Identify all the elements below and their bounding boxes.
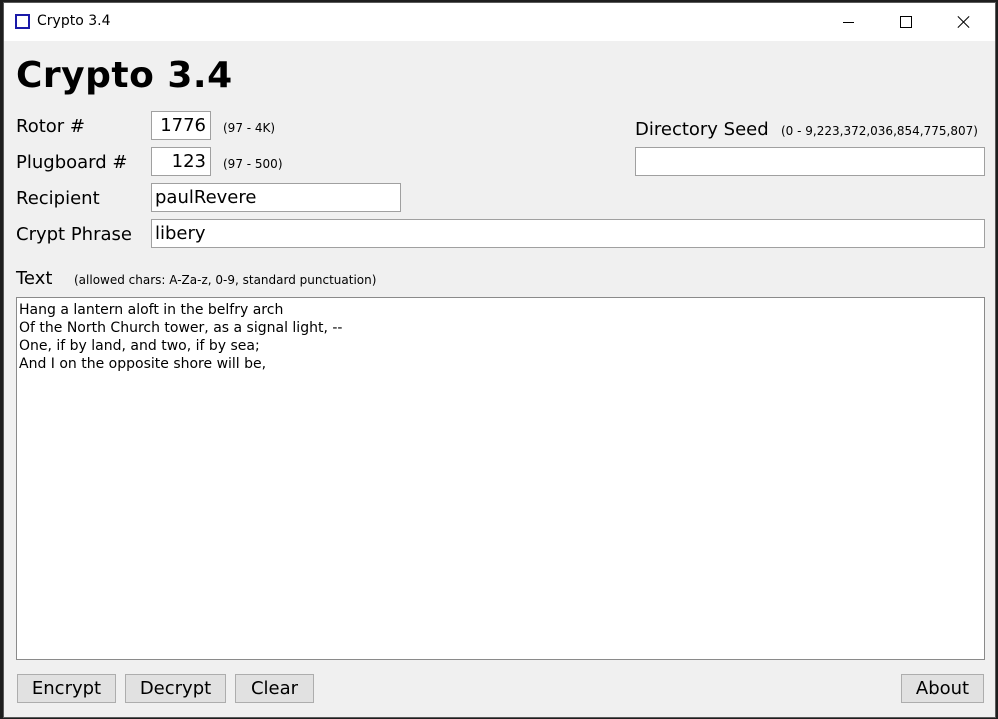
plugboard-label: Plugboard # bbox=[16, 152, 128, 173]
text-line: Hang a lantern aloft in the belfry arch bbox=[19, 302, 284, 318]
text-line: And I on the opposite shore will be, bbox=[19, 356, 267, 372]
directory-seed-range-hint: (0 - 9,223,372,036,854,775,807) bbox=[781, 124, 978, 138]
about-button[interactable]: About bbox=[901, 674, 984, 703]
recipient-input[interactable]: paulRevere bbox=[151, 183, 401, 212]
message-textarea[interactable]: Hang a lantern aloft in the belfry arch … bbox=[16, 297, 985, 660]
plugboard-input[interactable]: 123 bbox=[151, 147, 211, 176]
text-line: One, if by land, and two, if by sea; bbox=[19, 338, 260, 354]
rotor-range-hint: (97 - 4K) bbox=[223, 121, 276, 135]
minimize-icon bbox=[842, 21, 854, 23]
maximize-button[interactable] bbox=[877, 3, 935, 41]
app-square-icon bbox=[15, 14, 30, 29]
close-button[interactable] bbox=[935, 3, 993, 41]
encrypt-button[interactable]: Encrypt bbox=[17, 674, 116, 703]
crypt-phrase-input[interactable]: libery bbox=[151, 219, 985, 248]
text-allowed-chars-hint: (allowed chars: A-Za-z, 0-9, standard pu… bbox=[74, 273, 377, 287]
recipient-label: Recipient bbox=[16, 188, 100, 209]
close-icon bbox=[957, 15, 971, 29]
directory-seed-label: Directory Seed bbox=[635, 119, 769, 140]
rotor-input[interactable]: 1776 bbox=[151, 111, 211, 140]
crypt-phrase-label: Crypt Phrase bbox=[16, 224, 132, 245]
minimize-button[interactable] bbox=[819, 3, 877, 41]
page-title: Crypto 3.4 bbox=[16, 55, 233, 96]
maximize-icon bbox=[900, 16, 912, 28]
text-label: Text bbox=[16, 268, 53, 289]
plugboard-range-hint: (97 - 500) bbox=[223, 157, 283, 171]
rotor-label: Rotor # bbox=[16, 116, 85, 137]
text-line: Of the North Church tower, as a signal l… bbox=[19, 320, 343, 336]
app-window: Crypto 3.4 Crypto 3.4 Rotor # 1776 (97 -… bbox=[3, 2, 996, 718]
decrypt-button[interactable]: Decrypt bbox=[125, 674, 226, 703]
window-title: Crypto 3.4 bbox=[37, 13, 111, 29]
directory-seed-input[interactable] bbox=[635, 147, 985, 176]
clear-button[interactable]: Clear bbox=[235, 674, 314, 703]
title-bar[interactable]: Crypto 3.4 bbox=[4, 3, 995, 41]
